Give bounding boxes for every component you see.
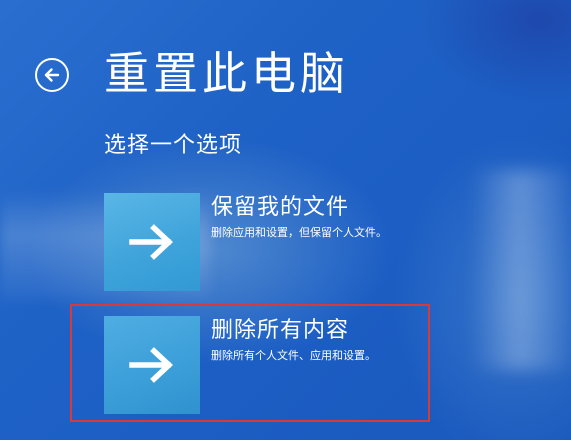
screen-glare [470, 170, 570, 370]
keep-my-files-option[interactable]: 保留我的文件 删除应用和设置，但保留个人文件。 [104, 193, 424, 291]
back-button[interactable] [35, 58, 69, 92]
page-title: 重置此电脑 [104, 47, 350, 100]
option-tile [104, 193, 200, 291]
option-description: 删除应用和设置，但保留个人文件。 [211, 226, 387, 239]
option-title: 保留我的文件 [211, 195, 350, 220]
red-highlight-box [70, 304, 430, 422]
back-arrow-icon [43, 66, 61, 84]
reset-pc-screen: 重置此电脑 选择一个选项 保留我的文件 删除应用和设置，但保留个人文件。 删除所… [0, 0, 571, 440]
choose-option-subtitle: 选择一个选项 [104, 133, 243, 158]
arrow-right-icon [128, 222, 176, 262]
